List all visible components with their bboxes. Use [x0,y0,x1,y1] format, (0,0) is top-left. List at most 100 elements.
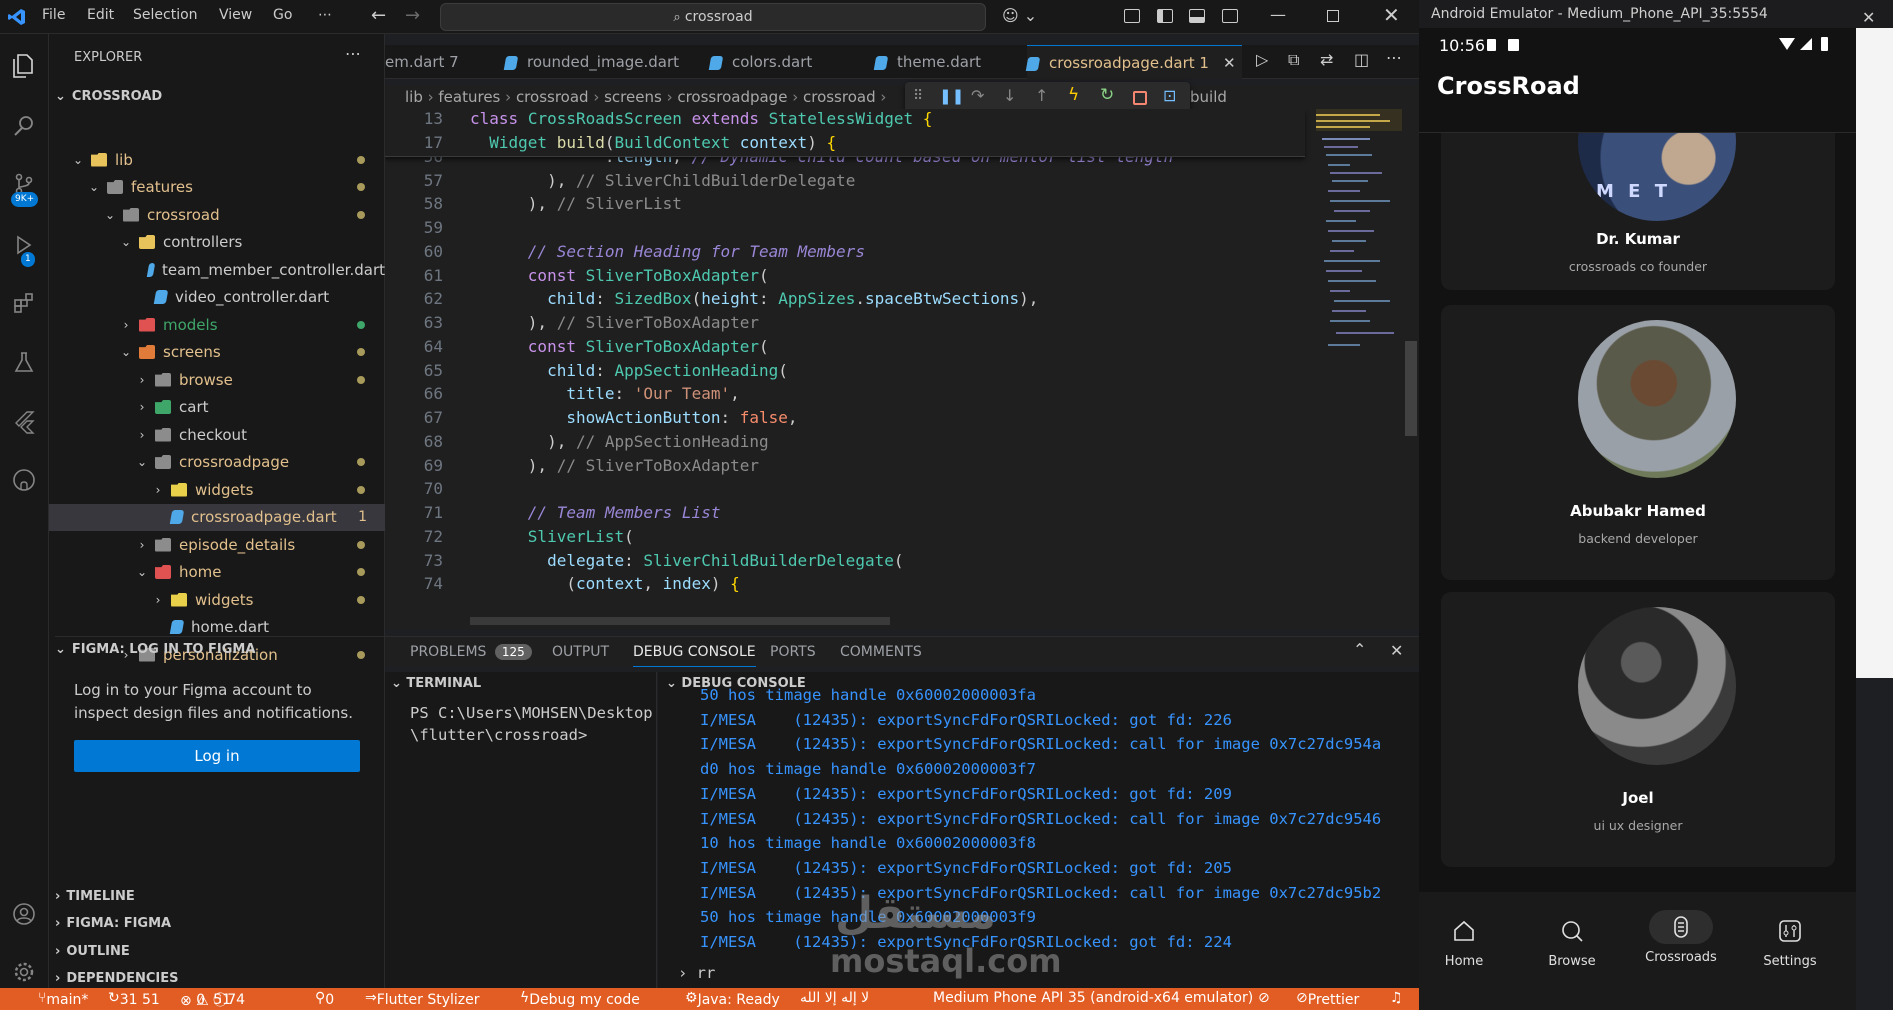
tree-item[interactable]: › checkout [49,421,385,448]
tab-comments[interactable]: COMMENTS [840,637,922,667]
menu-view[interactable]: View [219,7,252,23]
menu-file[interactable]: File [42,7,65,23]
forward-arrow-icon[interactable]: → [405,5,420,26]
pause-icon[interactable]: ❚❚ [939,87,964,105]
tree-item[interactable]: › episode_details [49,531,385,558]
step-out-icon[interactable]: ↑ [1035,86,1048,105]
breadcrumb-item[interactable]: screens [604,88,662,106]
tab-debug-console[interactable]: DEBUG CONSOLE [633,637,756,667]
tab-output[interactable]: OUTPUT [552,637,609,667]
explorer-icon[interactable] [8,50,40,82]
team-member-card[interactable]: M E T Dr. Kumar crossroads co founder [1441,133,1835,290]
widget-inspector-icon[interactable]: ⊡ [1163,86,1176,105]
tree-item[interactable]: ⌄ screens [49,339,385,366]
manage-gear-icon[interactable] [8,956,40,988]
workspace-root[interactable]: ⌄ CROSSROAD [55,83,391,109]
tab-ports[interactable]: PORTS [770,637,816,667]
restart-icon[interactable]: ↻ [1100,85,1114,105]
tree-item[interactable]: team_member_controller.dart [49,256,385,283]
breadcrumb-item[interactable]: lib [405,88,423,106]
layout-customize-icon[interactable] [1124,9,1140,23]
team-member-card[interactable]: Joel ui ux designer [1441,592,1835,867]
terminal-header[interactable]: ⌄ TERMINAL [391,676,481,691]
hot-reload-icon[interactable]: ϟ [1068,85,1079,105]
nav-browse[interactable]: Browse [1527,892,1617,969]
toggle-panel-icon[interactable] [1189,9,1205,23]
nav-home[interactable]: Home [1419,892,1509,969]
command-center-search[interactable]: ⌕ crossroad [440,3,986,31]
editor-tab[interactable]: theme.dart [873,45,981,79]
menu-selection[interactable]: Selection [133,7,198,23]
back-arrow-icon[interactable]: ← [371,5,386,26]
flutter-icon[interactable] [8,406,40,438]
testing-flask-icon[interactable] [8,346,40,378]
account-icon[interactable] [8,898,40,930]
breadcrumb-item[interactable]: crossroad [803,88,876,106]
phone-screen[interactable]: 10:56 CrossRoad M E T Dr. Kumar crossroa… [1419,28,1856,1010]
notifications-icon[interactable]: ♫ [1390,990,1403,1006]
toggle-sidebar-icon[interactable] [1157,9,1173,23]
breadcrumb-item[interactable]: crossroad [516,88,589,106]
code-editor[interactable]: 13 class CrossRoadsScreen extends Statele… [385,109,1419,629]
ports-status[interactable]: ⚲ 0 [315,990,334,1008]
tree-item[interactable]: › models [49,311,385,338]
no-copilot-icon[interactable]: ⊘ [1258,990,1270,1006]
problems-status[interactable]: ⊗ 0 ⚠ 51 ⓘ 74 [180,990,245,1010]
console-input[interactable]: › rr [678,964,715,982]
breadcrumb-item[interactable]: features [438,88,500,106]
close-window-icon[interactable]: ✕ [1383,3,1400,27]
menu-edit[interactable]: Edit [87,7,114,23]
branch-status[interactable]: ⑂ main* [38,990,88,1008]
menu-more[interactable]: ⋯ [318,7,332,23]
maximize-icon[interactable] [1327,10,1339,22]
editor-tab[interactable]: colors.dart [708,45,812,79]
step-over-icon[interactable]: ↷ [971,86,984,105]
nav-crossroads[interactable]: Crossroads [1636,892,1726,965]
team-member-card[interactable]: Abubakr Hamed backend developer [1441,305,1835,580]
minimize-icon[interactable]: — [1270,5,1286,24]
drag-handle-icon[interactable]: ⠿ [913,88,923,104]
tree-item[interactable]: ⌄ features [49,174,385,201]
editor-tab[interactable]: crossroadpage.dart 1 ✕ [1025,45,1242,79]
flutter-stylizer-status[interactable]: ⇒ Flutter Stylizer [365,990,480,1008]
compare-icon[interactable]: ⇄ [1320,50,1333,69]
menu-go[interactable]: Go [273,7,292,23]
tree-item[interactable]: crossroadpage.dart 1 [49,503,385,531]
copilot-icon[interactable]: ☺ ⌄ [1002,6,1037,25]
horizontal-scrollbar[interactable] [470,617,890,625]
figma-login-button[interactable]: Log in [74,740,360,772]
split-editor-icon[interactable]: ◫ [1354,50,1369,69]
open-preview-icon[interactable]: ⧉ [1288,50,1299,70]
more-actions-icon[interactable]: ⋯ [345,44,361,63]
prettier-status[interactable]: ⊘ Prettier [1296,990,1359,1008]
terminal-pane[interactable]: ⌄ TERMINAL PS C:\Users\MOHSEN\Desktop \f… [385,672,657,988]
tree-item[interactable]: › widgets [49,476,385,503]
toggle-secondary-sidebar-icon[interactable] [1222,9,1238,23]
device-status[interactable]: Medium Phone API 35 (android-x64 emulato… [933,990,1253,1006]
tree-item[interactable]: › cart [49,394,385,421]
github-icon[interactable] [8,464,40,496]
tab-problems[interactable]: PROBLEMS 125 [410,637,532,667]
editor-tab[interactable]: rounded_image.dart [503,45,679,79]
search-icon[interactable] [8,110,40,142]
tree-item[interactable]: ⌄ crossroadpage [49,449,385,476]
tree-item[interactable]: ⌄ lib [49,146,385,173]
tree-item[interactable]: › browse [49,366,385,393]
section-timeline[interactable]: › TIMELINE [55,883,391,909]
debug-status[interactable]: ϟ Debug my code [520,990,640,1008]
tree-item[interactable]: ⌄ controllers [49,229,385,256]
team-list[interactable]: M E T Dr. Kumar crossroads co founder Ab… [1419,133,1856,892]
editor-more-icon[interactable]: ⋯ [1386,48,1402,67]
tree-item[interactable]: ⌄ crossroad [49,201,385,228]
tree-item[interactable]: ⌄ home [49,559,385,586]
emulator-close-icon[interactable]: ✕ [1862,8,1875,27]
breadcrumb-item[interactable]: crossroadpage [677,88,787,106]
section-outline[interactable]: › OUTLINE [55,938,391,964]
figma-login-section[interactable]: ⌄ FIGMA: LOG IN TO FIGMA [55,636,391,662]
sync-status[interactable]: ↻ 31 51 [108,990,160,1008]
section-figma-figma[interactable]: › FIGMA: FIGMA [55,911,391,937]
breadcrumb-symbol[interactable]: build [1190,85,1227,109]
tree-item[interactable]: video_controller.dart [49,284,385,311]
editor-tab[interactable]: em.dart 7 [385,45,459,79]
maximize-panel-icon[interactable]: ⌃ [1353,640,1366,659]
